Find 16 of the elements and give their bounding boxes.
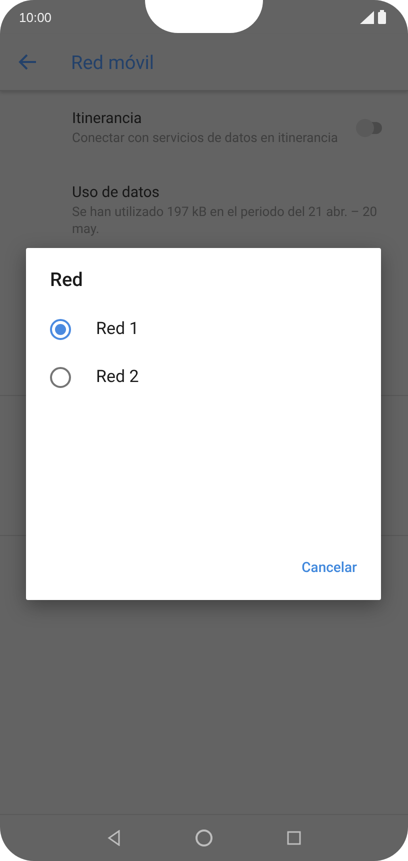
cancel-button[interactable]: Cancelar: [302, 554, 357, 582]
back-arrow-icon[interactable]: [18, 52, 38, 72]
setting-title: Uso de datos: [72, 183, 161, 201]
back-triangle-icon[interactable]: [107, 830, 121, 846]
recents-square-icon[interactable]: [287, 831, 301, 845]
option-label[interactable]: Red 1: [96, 319, 139, 339]
setting-title: Itinerancia: [72, 109, 143, 127]
radio-button[interactable]: [50, 318, 71, 340]
screen-title: Red móvil: [71, 50, 154, 74]
battery-icon: [378, 10, 386, 24]
home-circle-icon[interactable]: [195, 829, 213, 847]
option-label[interactable]: Red 2: [96, 367, 139, 387]
signal-icon: [360, 10, 374, 24]
dialog-title: Red: [50, 268, 84, 291]
status-time: 10:00: [19, 10, 52, 24]
radio-button[interactable]: [50, 366, 71, 388]
